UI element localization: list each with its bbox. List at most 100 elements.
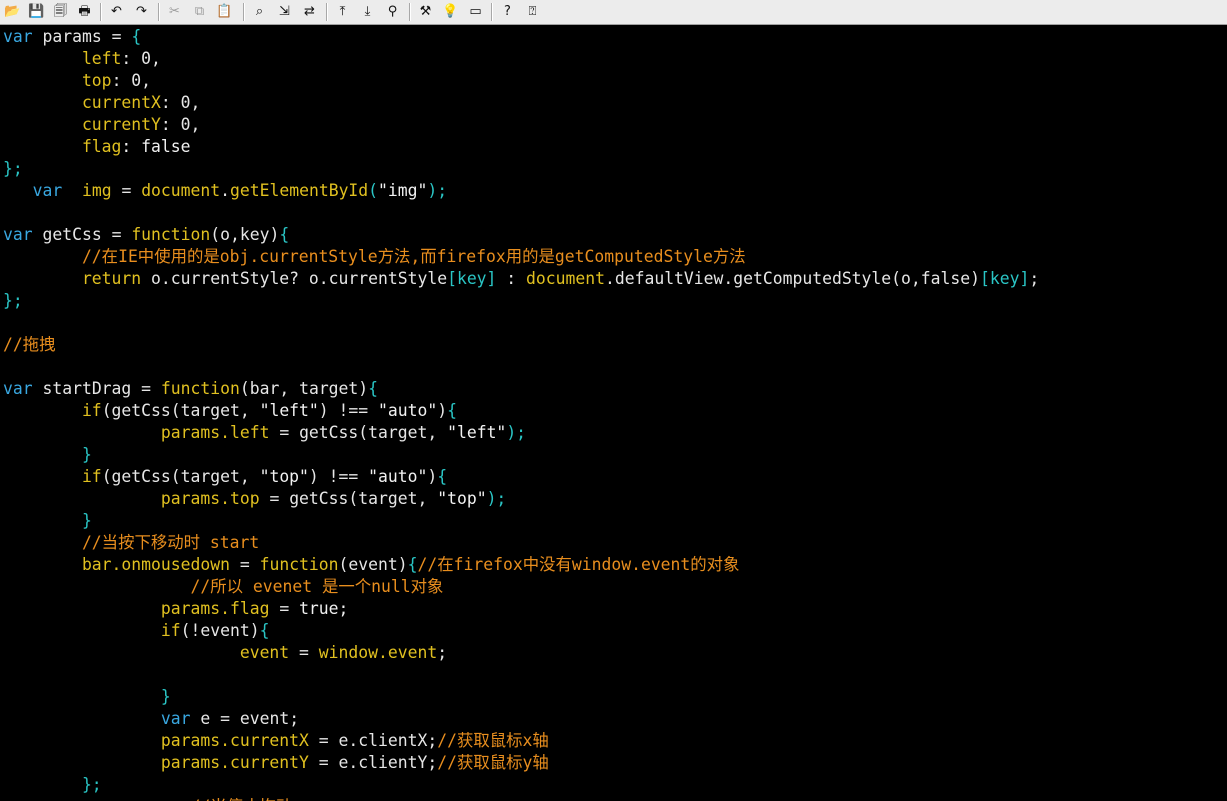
code-token: = [121, 181, 142, 200]
code-token: (getCss(target, [101, 401, 260, 420]
code-line: event = window.event; [3, 642, 447, 664]
code-token: { [368, 379, 379, 398]
code-token: : 0, [160, 93, 201, 112]
code-line: //拖拽 [3, 334, 56, 356]
code-line: top: 0, [3, 70, 151, 92]
run-icon[interactable]: ⚲ [382, 1, 403, 22]
code-token: return [3, 269, 142, 288]
code-token: = [269, 489, 290, 508]
code-token: params.left [3, 423, 280, 442]
code-token: function [160, 379, 240, 398]
code-token: if [3, 467, 102, 486]
code-token: { [437, 467, 448, 486]
code-line: } [3, 510, 92, 532]
find-icon[interactable]: ⌕ [249, 1, 270, 22]
code-token: (getCss(target, [101, 467, 260, 486]
code-token: ) !== [318, 401, 379, 420]
code-token: var [3, 27, 33, 46]
code-token: o.currentStyle? o.currentStyle [141, 269, 448, 288]
code-token: document [141, 181, 221, 200]
redo-icon[interactable]: ↷ [131, 1, 152, 22]
code-token: (event) [338, 555, 408, 574]
code-line: bar.onmousedown = function(event){//在fir… [3, 554, 740, 576]
context-help-icon[interactable]: ⍰ [522, 1, 543, 22]
code-token: } [3, 445, 92, 464]
code-token: }; [3, 775, 102, 794]
code-token: }; [3, 159, 23, 178]
code-token: window.event [318, 643, 438, 662]
save-all-icon[interactable]: 🗐 [50, 1, 71, 22]
code-token: } [3, 687, 171, 706]
code-token: //在IE中使用的是obj.currentStyle方法,而firefox用的是… [3, 247, 746, 266]
code-token: if [3, 621, 181, 640]
print-icon[interactable]: 🖶 [74, 1, 95, 22]
code-line: if(!event){ [3, 620, 270, 642]
code-line: flag: false [3, 136, 191, 158]
code-token: : 0, [111, 71, 152, 90]
code-token: "auto" [378, 401, 438, 420]
code-token: = [111, 225, 132, 244]
tools-icon[interactable]: ⚒ [415, 1, 436, 22]
code-token: img [62, 181, 122, 200]
code-token: = [111, 27, 132, 46]
toolbar-separator [326, 3, 327, 21]
code-token: ) [437, 401, 448, 420]
code-token: currentX [3, 93, 161, 112]
code-token: "img" [378, 181, 428, 200]
code-line: var getCss = function(o,key){ [3, 224, 289, 246]
copy-icon[interactable]: ⧉ [189, 1, 210, 22]
code-token: "left" [447, 423, 507, 442]
toolbar-separator [409, 3, 410, 21]
save-icon[interactable]: 💾 [26, 1, 47, 22]
code-line: params.flag = true; [3, 598, 349, 620]
code-token: ; [437, 643, 448, 662]
code-line: params.left = getCss(target, "left"); [3, 422, 526, 444]
code-token: left [3, 49, 122, 68]
code-line: var startDrag = function(bar, target){ [3, 378, 378, 400]
code-token: ) !== [308, 467, 369, 486]
code-token: var [3, 709, 191, 728]
code-line: params.currentY = e.clientY;//获取鼠标y轴 [3, 752, 549, 774]
cut-icon[interactable]: ✂ [164, 1, 185, 22]
code-token: //在firefox中没有window.event的对象 [417, 555, 740, 574]
code-line: var params = { [3, 26, 141, 48]
code-token: //当按下移动时 start [3, 533, 260, 552]
code-token: ); [486, 489, 507, 508]
code-token: //当停止拖动 [3, 797, 292, 801]
find-next-icon[interactable]: ⇲ [274, 1, 295, 22]
code-token: "auto" [368, 467, 428, 486]
upload-icon[interactable]: ⤒ [332, 1, 353, 22]
code-token: currentY [3, 115, 161, 134]
code-token: (bar, target) [239, 379, 369, 398]
code-token: //所以 evenet 是一个null对象 [3, 577, 444, 596]
open-icon[interactable]: 📂 [2, 1, 23, 22]
code-line: left: 0, [3, 48, 161, 70]
code-token: function [259, 555, 339, 574]
code-line: //当按下移动时 start [3, 532, 259, 554]
code-token: : 0, [160, 115, 201, 134]
undo-icon[interactable]: ↶ [106, 1, 127, 22]
code-line: var img = document.getElementById("img")… [3, 180, 448, 202]
code-token: { [407, 555, 418, 574]
code-line: } [3, 444, 92, 466]
code-token: = [279, 599, 300, 618]
code-token: params.top [3, 489, 270, 508]
bulb-icon[interactable]: 💡 [440, 1, 461, 22]
replace-icon[interactable]: ⇄ [299, 1, 320, 22]
code-token: (!event) [180, 621, 260, 640]
help-icon[interactable]: ? [497, 1, 518, 22]
highlight-icon[interactable]: ▭ [465, 1, 486, 22]
code-editor[interactable]: var params = { left: 0, top: 0, currentX… [0, 26, 1227, 801]
toolbar: 📂 💾 🗐 🖶 ↶ ↷ ✂ ⧉ 📋 ⌕ ⇲ ⇄ ⤒ ⤓ ⚲ ⚒ 💡 ▭? ⍰ [0, 0, 1227, 25]
code-line: //在IE中使用的是obj.currentStyle方法,而firefox用的是… [3, 246, 746, 268]
paste-icon[interactable]: 📋 [214, 1, 235, 22]
code-token: if [3, 401, 102, 420]
code-token: = [299, 643, 319, 662]
download-icon[interactable]: ⤓ [357, 1, 378, 22]
code-token: document [526, 269, 605, 288]
code-token: [key] [979, 269, 1030, 288]
code-token: params.currentX [3, 731, 319, 750]
code-token: true; [299, 599, 349, 618]
code-line: currentY: 0, [3, 114, 200, 136]
code-token: = [279, 423, 300, 442]
